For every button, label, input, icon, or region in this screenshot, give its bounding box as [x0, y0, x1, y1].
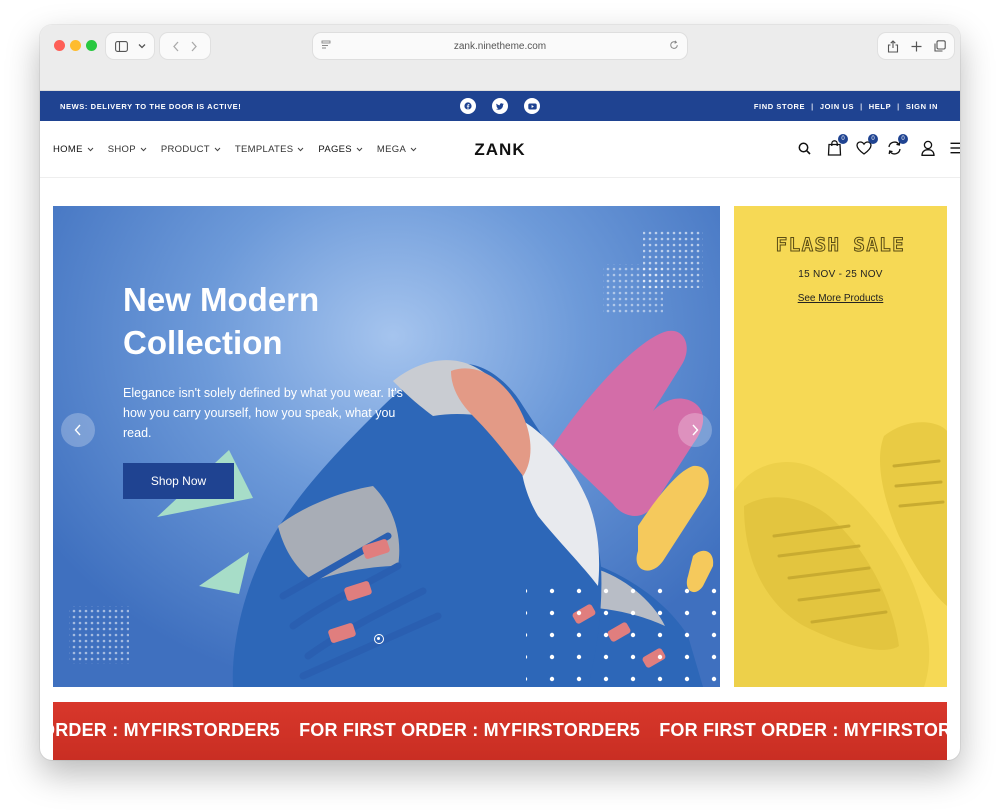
user-icon — [921, 140, 935, 156]
promo-marquee: ORDER : MYFIRSTORDER5 FOR FIRST ORDER : … — [53, 702, 947, 760]
flash-sale-title: FLASH SALE — [775, 234, 906, 257]
zoom-window-button[interactable] — [86, 40, 97, 51]
flash-sale-dates: 15 NOV - 25 NOV — [798, 269, 883, 280]
reload-icon[interactable] — [669, 40, 679, 50]
forward-icon[interactable] — [190, 41, 198, 52]
promo-item: FOR FIRST ORDER : MYFIRSTORDER5 — [299, 720, 640, 740]
search-button[interactable] — [795, 139, 813, 157]
search-icon — [798, 142, 811, 155]
page-menu-icon[interactable] — [321, 40, 331, 50]
wishlist-button[interactable]: 0 — [855, 134, 878, 157]
hero-description: Elegance isn't solely defined by what yo… — [123, 386, 403, 440]
minimize-window-button[interactable] — [70, 40, 81, 51]
cart-button[interactable]: 0 — [825, 134, 848, 157]
see-more-products-link[interactable]: See More Products — [734, 293, 947, 304]
facebook-icon[interactable] — [460, 98, 476, 114]
flash-sale-banner[interactable]: FLASH SALE 15 NOV - 25 NOV See More Prod… — [734, 206, 947, 687]
history-navigation — [160, 33, 210, 59]
browser-actions — [878, 33, 954, 59]
slider-pagination-dot[interactable] — [374, 634, 384, 644]
news-text: News: Delivery to the door is active! — [60, 102, 242, 111]
hero-slider: New Modern Collection Elegance isn't sol… — [53, 206, 720, 687]
separator: | — [897, 102, 900, 111]
account-button[interactable] — [919, 139, 937, 157]
share-icon[interactable] — [887, 39, 899, 53]
logo-text[interactable]: ZANK — [474, 140, 525, 159]
hamburger-icon — [950, 142, 960, 154]
address-bar[interactable]: zank.ninetheme.com — [313, 33, 687, 59]
tab-overview-icon[interactable] — [933, 40, 946, 52]
sidebar-toggle-button[interactable] — [106, 33, 154, 59]
hero-title-line: New Modern — [123, 281, 320, 318]
find-store-link[interactable]: Find Store — [754, 102, 805, 111]
chevron-left-icon — [74, 424, 81, 436]
chevron-right-icon — [692, 424, 699, 436]
cart-count-badge: 0 — [838, 134, 848, 144]
hero-title-line: Collection — [123, 324, 283, 361]
top-news-bar: News: Delivery to the door is active! Fi… — [40, 91, 960, 121]
shop-now-button[interactable]: Shop Now — [123, 463, 234, 499]
browser-window: zank.ninetheme.com News: Delivery to the… — [40, 25, 960, 760]
twitter-icon[interactable] — [492, 98, 508, 114]
wishlist-count-badge: 0 — [868, 134, 878, 144]
chevron-down-icon — [138, 44, 145, 49]
youtube-icon[interactable] — [524, 98, 540, 114]
help-link[interactable]: Help — [869, 102, 891, 111]
promo-item: ORDER : MYFIRSTORDER5 — [53, 720, 280, 740]
separator: | — [860, 102, 863, 111]
browser-toolbar: zank.ninetheme.com — [40, 25, 960, 91]
compare-count-badge: 0 — [898, 134, 908, 144]
hero-title: New Modern Collection — [123, 278, 423, 364]
slider-next-button[interactable] — [678, 413, 712, 447]
sidebar-icon — [114, 40, 128, 52]
new-tab-icon[interactable] — [911, 41, 922, 52]
sign-in-link[interactable]: Sign In — [906, 102, 938, 111]
header-actions: 0 0 0 — [795, 134, 960, 157]
promo-text: ORDER : MYFIRSTORDER5 FOR FIRST ORDER : … — [53, 720, 947, 741]
compare-button[interactable]: 0 — [885, 134, 908, 157]
menu-button[interactable] — [949, 139, 960, 157]
address-url: zank.ninetheme.com — [453, 40, 547, 52]
site-header: HOME SHOP PRODUCT TEMPLATES PAGES MEGA Z… — [40, 121, 960, 178]
social-links — [460, 98, 540, 114]
slider-prev-button[interactable] — [61, 413, 95, 447]
separator: | — [811, 102, 814, 111]
promo-item: FOR FIRST ORDER : MYFIRSTORI — [659, 720, 947, 740]
back-icon[interactable] — [172, 41, 180, 52]
close-window-button[interactable] — [54, 40, 65, 51]
top-links: Find Store | Join Us | Help | Sign In — [754, 102, 938, 111]
join-us-link[interactable]: Join Us — [820, 102, 854, 111]
